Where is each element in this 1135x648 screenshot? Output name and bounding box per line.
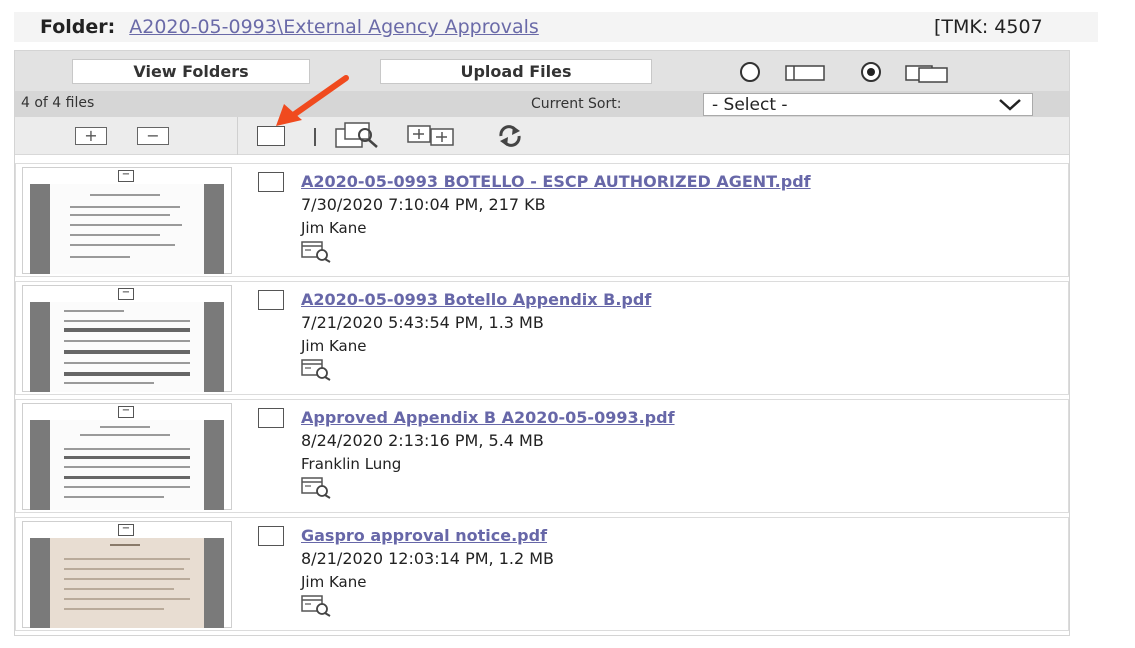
status-bar: 4 of 4 files Current Sort: - Select - (15, 91, 1069, 117)
collapse-all-button[interactable]: − (137, 127, 169, 145)
file-meta: 8/21/2020 12:03:14 PM, 1.2 MB (301, 549, 555, 568)
folder-label: Folder: (40, 16, 116, 38)
file-thumbnail[interactable]: − (22, 521, 232, 628)
thumbnail-collapse-button[interactable]: − (118, 288, 134, 300)
file-checkbox[interactable] (258, 290, 284, 310)
file-meta: 7/21/2020 5:43:54 PM, 1.3 MB (301, 313, 544, 332)
file-name-link[interactable]: A2020-05-0993 Botello Appendix B.pdf (301, 290, 651, 309)
preview-icon[interactable] (301, 359, 331, 381)
upload-files-button[interactable]: Upload Files (380, 59, 652, 84)
separator-icon (314, 128, 316, 146)
chevron-down-icon (999, 99, 1021, 111)
files-count: 4 of 4 files (21, 95, 95, 111)
document-page-image (30, 302, 224, 392)
folder-path-link[interactable]: A2020-05-0993\External Agency Approvals (129, 16, 539, 38)
file-name-link[interactable]: A2020-05-0993 BOTELLO - ESCP AUTHORIZED … (301, 172, 811, 191)
file-card: − Approved Appendix B A2020-05-0993.pdf … (15, 399, 1069, 513)
preview-icon[interactable] (301, 477, 331, 499)
sort-label: Current Sort: (531, 96, 622, 112)
file-card: − Gaspro approval notice.pdf 8/21/2020 1… (15, 517, 1069, 631)
file-author: Jim Kane (301, 219, 367, 237)
preview-icon[interactable] (301, 241, 331, 263)
file-browser-panel: View Folders Upload Files 4 of 4 files C… (14, 50, 1070, 636)
file-thumbnail[interactable]: − (22, 285, 232, 392)
file-card: − A2020-05-0993 Botello Appendix B.pdf 7… (15, 281, 1069, 395)
file-checkbox[interactable] (258, 526, 284, 546)
file-author: Jim Kane (301, 337, 367, 355)
file-thumbnail[interactable]: − (22, 403, 232, 510)
file-name-link[interactable]: Gaspro approval notice.pdf (301, 526, 547, 545)
thumbnail-view-radio[interactable] (861, 62, 881, 82)
thumbnail-collapse-button[interactable]: − (118, 406, 134, 418)
action-toolbar: + − (15, 117, 1069, 155)
file-meta: 7/30/2020 7:10:04 PM, 217 KB (301, 195, 546, 214)
refresh-icon[interactable] (497, 124, 523, 148)
top-toolbar: View Folders Upload Files (15, 51, 1069, 91)
file-card: − A2020-05-0993 BOTELLO - ESCP AUTHORIZE… (15, 163, 1069, 277)
toolbar-divider (237, 117, 238, 155)
document-page-image (30, 538, 224, 628)
file-author: Franklin Lung (301, 455, 402, 473)
thumbnail-layout-icon (905, 65, 948, 83)
sort-select-value: - Select - (712, 94, 788, 115)
file-checkbox[interactable] (258, 172, 284, 192)
expand-all-button[interactable]: + (75, 127, 107, 145)
preview-icon[interactable] (301, 595, 331, 617)
file-thumbnail[interactable]: − (22, 167, 232, 274)
file-meta: 8/24/2020 2:13:16 PM, 5.4 MB (301, 431, 544, 450)
annotation-arrow-icon (276, 75, 349, 126)
file-name-link[interactable]: Approved Appendix B A2020-05-0993.pdf (301, 408, 675, 427)
file-checkbox[interactable] (258, 408, 284, 428)
file-author: Jim Kane (301, 573, 367, 591)
thumbnail-collapse-button[interactable]: − (118, 524, 134, 536)
document-page-image (30, 184, 224, 274)
list-layout-icon (785, 65, 825, 81)
copy-files-icon[interactable] (407, 123, 459, 147)
folder-header: Folder: A2020-05-0993\External Agency Ap… (14, 12, 1098, 42)
document-page-image (30, 420, 224, 510)
list-view-radio[interactable] (740, 62, 760, 82)
sort-select[interactable]: - Select - (703, 93, 1033, 116)
thumbnail-collapse-button[interactable]: − (118, 170, 134, 182)
tmk-label: [TMK: 4507 (934, 16, 1043, 38)
